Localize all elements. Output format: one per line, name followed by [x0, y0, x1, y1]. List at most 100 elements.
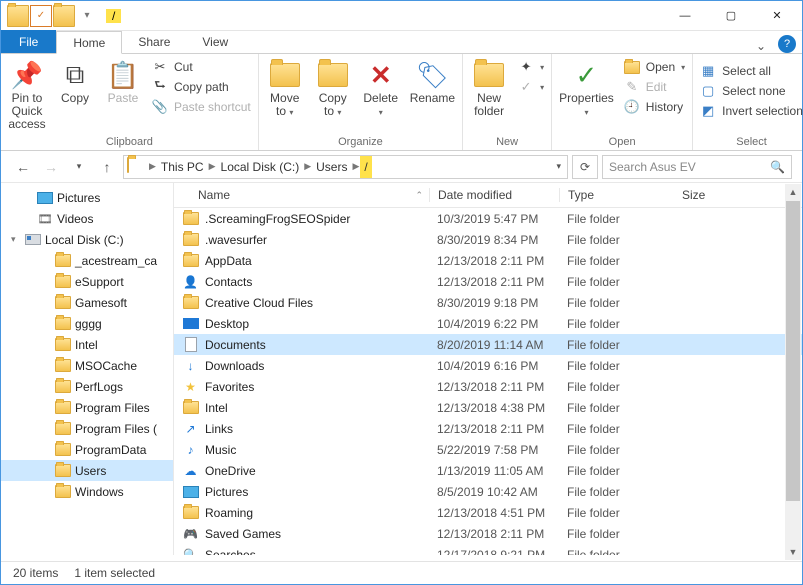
file-row[interactable]: Intel12/13/2018 4:38 PMFile folder [174, 397, 802, 418]
file-row[interactable]: ♪Music5/22/2019 7:58 PMFile folder [174, 439, 802, 460]
file-row[interactable]: ☁OneDrive1/13/2019 11:05 AMFile folder [174, 460, 802, 481]
tree-item[interactable]: 🎞Videos [1, 208, 173, 229]
tab-file[interactable]: File [1, 30, 56, 53]
file-row[interactable]: 👤Contacts12/13/2018 2:11 PMFile folder [174, 271, 802, 292]
recent-locations-button[interactable]: ▾ [67, 155, 91, 179]
search-placeholder: Search Asus EV [609, 160, 696, 174]
forward-button[interactable]: → [39, 155, 63, 179]
tree-item[interactable]: PerfLogs [1, 376, 173, 397]
qat-properties-icon[interactable]: ✓ [30, 5, 52, 27]
column-size[interactable]: Size [674, 188, 802, 202]
tree-item[interactable]: Intel [1, 334, 173, 355]
tree-item[interactable]: Pictures [1, 187, 173, 208]
tree-item[interactable]: eSupport [1, 271, 173, 292]
new-item-icon: ✦ [518, 59, 534, 75]
paste-shortcut-button[interactable]: 📎Paste shortcut [150, 98, 253, 116]
help-icon[interactable]: ? [778, 35, 796, 53]
tree-item[interactable]: gggg [1, 313, 173, 334]
column-type[interactable]: Type [559, 188, 674, 202]
scroll-up-icon[interactable]: ▲ [785, 184, 801, 200]
file-row[interactable]: ↗Links12/13/2018 2:11 PMFile folder [174, 418, 802, 439]
chevron-right-icon[interactable]: ▶ [303, 161, 312, 172]
breadcrumb-users[interactable]: Users [312, 156, 351, 178]
pin-to-quick-access-button[interactable]: 📌Pin to Quick access [4, 56, 50, 134]
file-row[interactable]: Documents8/20/2019 11:14 AMFile folder [174, 334, 802, 355]
file-row[interactable]: .ScreamingFrogSEOSpider10/3/2019 5:47 PM… [174, 208, 802, 229]
cut-button[interactable]: ✂Cut [150, 58, 253, 76]
properties-button[interactable]: ✓Properties▾ [555, 56, 618, 122]
file-row[interactable]: ↓Downloads10/4/2019 6:16 PMFile folder [174, 355, 802, 376]
file-row[interactable]: ★Favorites12/13/2018 2:11 PMFile folder [174, 376, 802, 397]
delete-icon: ✕ [365, 59, 397, 91]
column-name[interactable]: Name⌃ [174, 188, 429, 202]
group-open-label: Open [555, 134, 689, 150]
qat-customize-icon[interactable]: ▾ [76, 5, 98, 27]
search-icon[interactable]: 🔍 [770, 160, 785, 174]
address-dropdown-icon[interactable]: ▾ [556, 161, 561, 172]
copy-to-button[interactable]: Copy to ▾ [310, 56, 356, 122]
file-row[interactable]: 🔍Searches12/17/2018 9:21 PMFile folder [174, 544, 802, 555]
breadcrumb-localdisk[interactable]: Local Disk (C:) [217, 156, 304, 178]
open-button[interactable]: Open ▾ [622, 58, 687, 76]
rename-button[interactable]: 🏷Rename [406, 56, 459, 108]
tab-share[interactable]: Share [122, 30, 186, 53]
copy-button[interactable]: ⧉Copy [52, 56, 98, 108]
delete-button[interactable]: ✕Delete▾ [358, 56, 404, 122]
file-row[interactable]: Pictures8/5/2019 10:42 AMFile folder [174, 481, 802, 502]
row-date: 10/4/2019 6:22 PM [429, 317, 559, 331]
easy-access-button[interactable]: ✓▾ [516, 78, 546, 96]
refresh-button[interactable]: ⟳ [572, 155, 598, 179]
paste-button[interactable]: 📋Paste [100, 56, 146, 108]
breadcrumb-thispc[interactable]: This PC [157, 156, 208, 178]
tree-twisty-icon[interactable]: ▾ [11, 234, 21, 245]
row-icon [182, 231, 199, 248]
tree-item[interactable]: ▾Local Disk (C:) [1, 229, 173, 250]
file-row[interactable]: Desktop10/4/2019 6:22 PMFile folder [174, 313, 802, 334]
tree-item[interactable]: Windows [1, 481, 173, 502]
invert-selection-button[interactable]: ◩Invert selection [698, 102, 803, 120]
minimize-button[interactable]: — [662, 1, 708, 31]
new-item-button[interactable]: ✦▾ [516, 58, 546, 76]
tree-item[interactable]: Program Files [1, 397, 173, 418]
copy-path-button[interactable]: ⮑Copy path [150, 78, 253, 96]
move-to-button[interactable]: Move to ▾ [262, 56, 308, 122]
file-row[interactable]: Roaming12/13/2018 4:51 PMFile folder [174, 502, 802, 523]
qat-newfolder-icon[interactable] [53, 5, 75, 27]
vertical-scrollbar[interactable]: ▲ ▼ [785, 184, 801, 560]
column-date[interactable]: Date modified [429, 188, 559, 202]
tree-item[interactable]: ProgramData [1, 439, 173, 460]
row-type: File folder [559, 254, 674, 268]
tree-item[interactable]: Users [1, 460, 173, 481]
row-type: File folder [559, 401, 674, 415]
chevron-right-icon[interactable]: ▶ [208, 161, 217, 172]
tab-view[interactable]: View [186, 30, 244, 53]
chevron-right-icon[interactable]: ▶ [148, 161, 157, 172]
history-button[interactable]: 🕘History [622, 98, 687, 116]
scroll-thumb[interactable] [786, 201, 800, 501]
tree-item[interactable]: MSOCache [1, 355, 173, 376]
search-input[interactable]: Search Asus EV 🔍 [602, 155, 792, 179]
tree-item[interactable]: Gamesoft [1, 292, 173, 313]
edit-button[interactable]: ✎Edit [622, 78, 687, 96]
breadcrumb-current[interactable]: / [360, 156, 371, 178]
up-button[interactable]: ↑ [95, 155, 119, 179]
close-button[interactable]: ✕ [754, 1, 800, 31]
scroll-down-icon[interactable]: ▼ [785, 544, 801, 560]
back-button[interactable]: ← [11, 155, 35, 179]
chevron-right-icon[interactable]: ▶ [351, 161, 360, 172]
ribbon-collapse-icon[interactable]: ⌄ [750, 39, 772, 53]
tab-home[interactable]: Home [56, 31, 122, 54]
file-row[interactable]: .wavesurfer8/30/2019 8:34 PMFile folder [174, 229, 802, 250]
file-row[interactable]: AppData12/13/2018 2:11 PMFile folder [174, 250, 802, 271]
address-bar[interactable]: ▶ This PC ▶ Local Disk (C:) ▶ Users ▶ / … [123, 155, 568, 179]
file-row[interactable]: 🎮Saved Games12/13/2018 2:11 PMFile folde… [174, 523, 802, 544]
select-all-button[interactable]: ▦Select all [698, 62, 803, 80]
select-none-button[interactable]: ▢Select none [698, 82, 803, 100]
tree-item[interactable]: _acestream_ca [1, 250, 173, 271]
maximize-button[interactable]: ▢ [708, 1, 754, 31]
group-clipboard-label: Clipboard [4, 134, 255, 150]
file-row[interactable]: Creative Cloud Files8/30/2019 9:18 PMFil… [174, 292, 802, 313]
tree-item[interactable]: Program Files ( [1, 418, 173, 439]
tree-item-icon [37, 190, 53, 206]
new-folder-button[interactable]: New folder [466, 56, 512, 121]
